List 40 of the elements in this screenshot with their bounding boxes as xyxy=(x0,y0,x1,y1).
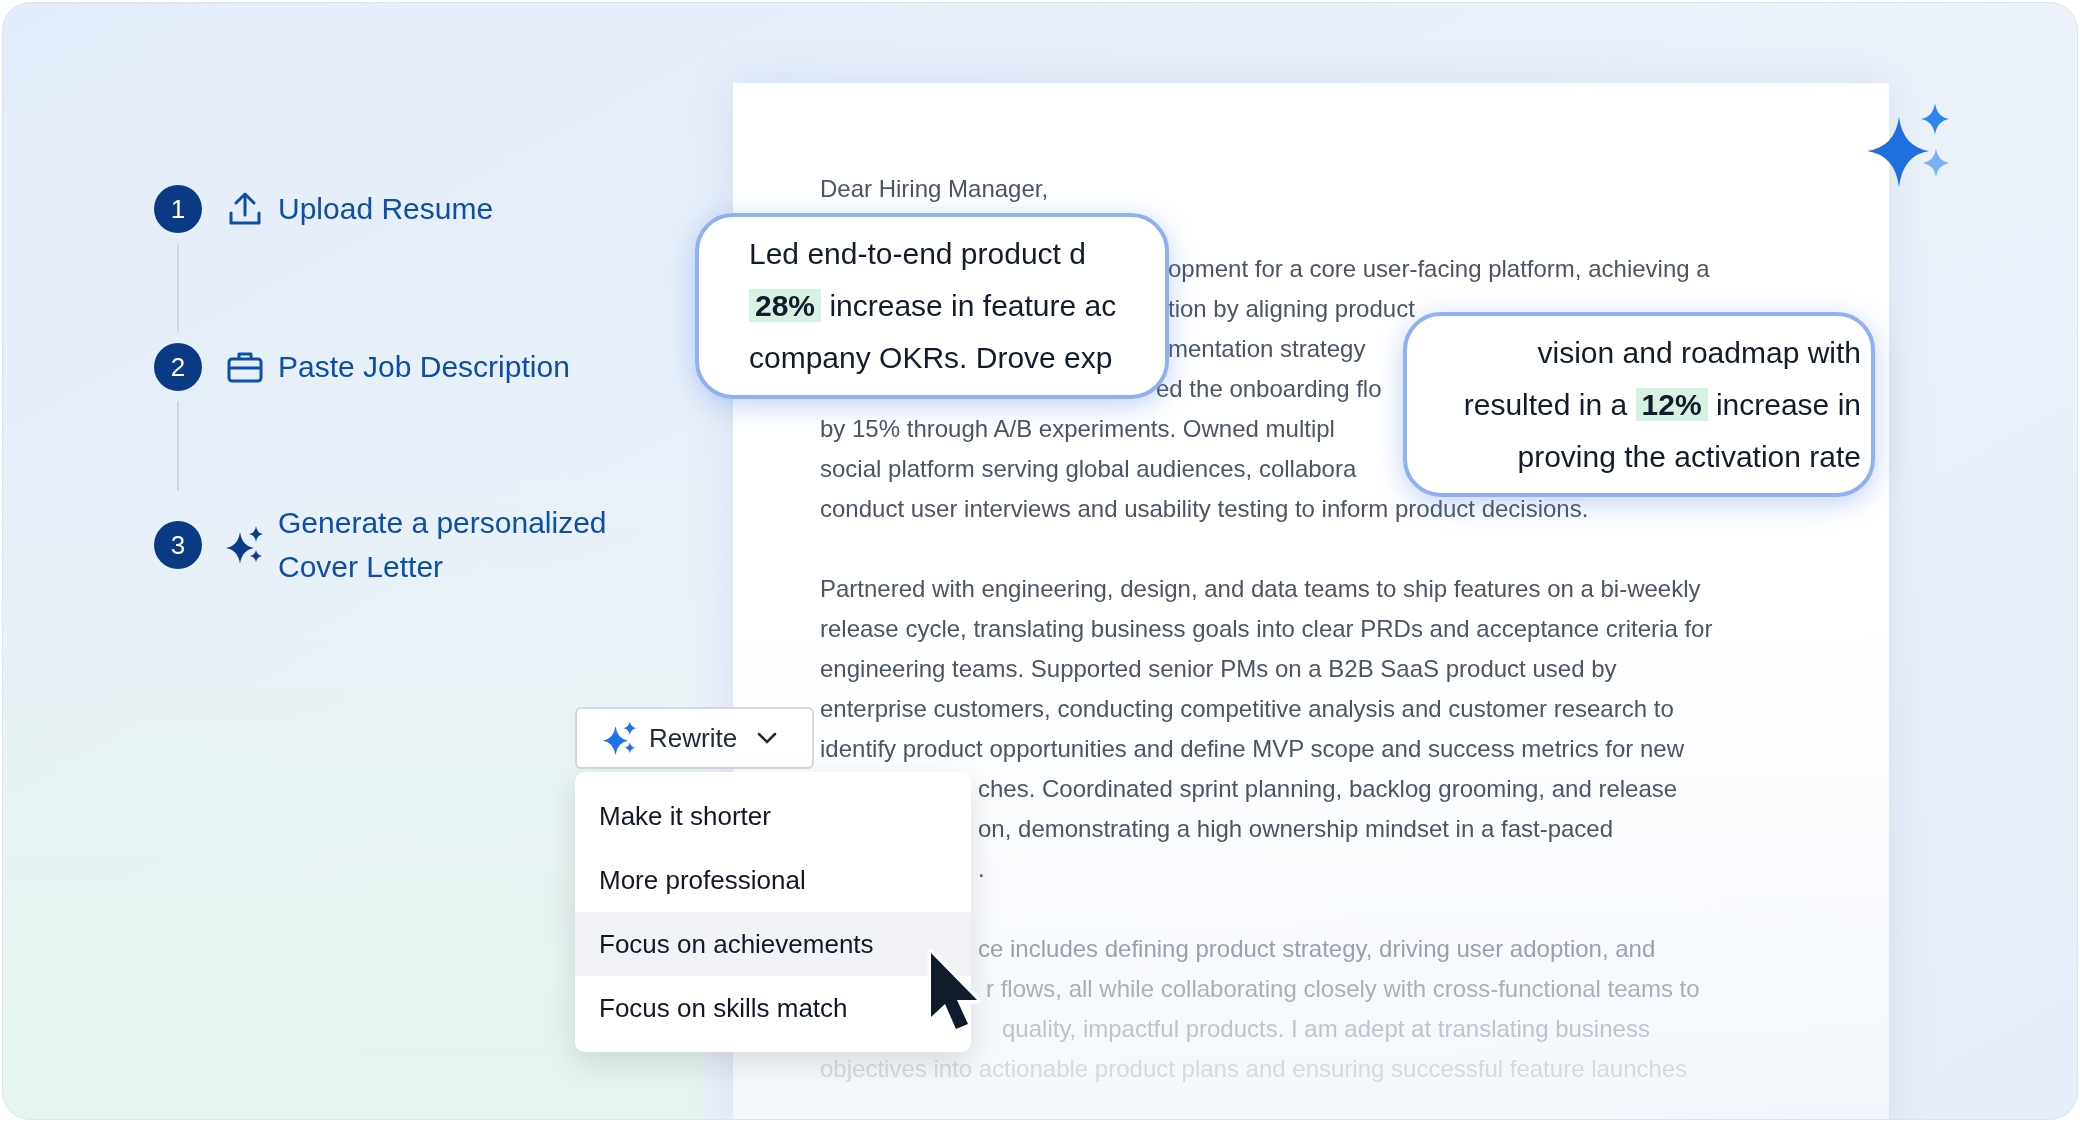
step-number: 1 xyxy=(154,185,202,233)
letter-text-line: engineering teams. Supported senior PMs on a B2B SaaS product used by xyxy=(820,655,1617,682)
letter-text-line: r flows, all while collaborating closely with cross-functional teams to xyxy=(986,975,1700,1002)
callout-text-line: 28% increase in feature ac xyxy=(749,280,1117,332)
rewrite-button[interactable]: Rewrite xyxy=(575,707,814,769)
letter-text-line: identify product opportunities and define MVP scope and success metrics for new xyxy=(820,735,1685,762)
letter-text-line: by 15% through A/B experiments. Owned multipl xyxy=(820,415,1335,442)
step-label: Paste Job Description xyxy=(278,349,570,385)
callout-text-line: company OKRs. Drove exp xyxy=(749,340,1113,376)
letter-text-line: release cycle, translating business goals into clear PRDs and acceptance criteria for xyxy=(820,615,1713,642)
briefcase-icon xyxy=(227,351,263,383)
letter-text-line: on, demonstrating a high ownership mindset in a fast-paced xyxy=(978,815,1614,842)
letter-text-line: ches. Coordinated sprint planning, backlog grooming, and release xyxy=(978,775,1678,802)
letter-text-line: . xyxy=(978,855,985,882)
menu-item[interactable]: Make it shorter xyxy=(575,784,971,848)
letter-text-line: Partnered with engineering, design, and data teams to ship features on a bi-weekly xyxy=(820,575,1701,602)
callout-text-line: vision and roadmap with xyxy=(1537,334,1861,371)
menu-item[interactable]: Focus on skills match xyxy=(575,976,971,1040)
step-label: Upload Resume xyxy=(278,191,494,227)
sparkles-icon xyxy=(226,526,264,564)
letter-text-line: mentation strategy xyxy=(1168,335,1366,362)
chevron-down-icon xyxy=(757,732,778,744)
step-number: 2 xyxy=(154,343,202,391)
letter-text-line: opment for a core user-facing platform, achieving a xyxy=(1168,255,1710,282)
step-label: Generate a personalized Cover Letter xyxy=(278,505,608,585)
letter-text-line: ed the onboarding flo xyxy=(1156,375,1382,402)
letter-text-line: ce includes defining product strategy, driving user adoption, and xyxy=(978,935,1656,962)
letter-text-line: social platform serving global audiences, collabora xyxy=(820,455,1357,482)
letter-text-line: conduct user interviews and usability testing to inform product decisions. xyxy=(820,495,1589,522)
greeting-text: Dear Hiring Manager, xyxy=(820,174,1050,204)
letter-text-line: tion by aligning product xyxy=(1168,295,1415,322)
step-number: 3 xyxy=(154,521,202,569)
letter-text-line: enterprise customers, conducting competitive analysis and customer research to xyxy=(820,695,1674,722)
sparkle-icon xyxy=(603,721,637,755)
callout-text-line: resulted in a 12% increase in xyxy=(1463,386,1861,423)
upload-icon xyxy=(228,191,262,227)
callout-text-line: Led end-to-end product d xyxy=(749,236,1086,272)
menu-item[interactable]: More professional xyxy=(575,848,971,912)
menu-item[interactable]: Focus on achievements xyxy=(575,912,971,976)
callout-text-line: proving the activation rate xyxy=(1517,438,1861,475)
